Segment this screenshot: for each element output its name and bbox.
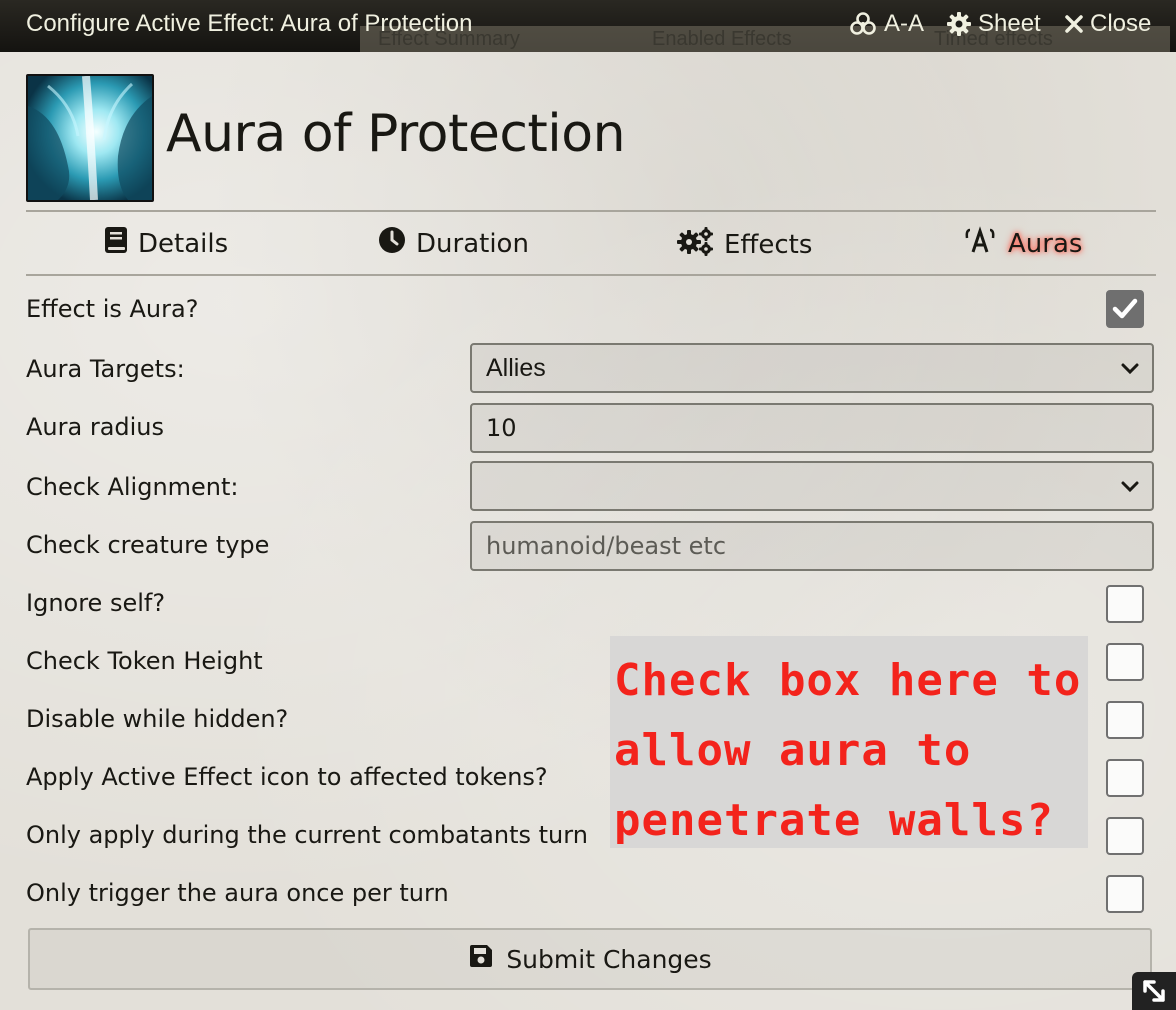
tab-details[interactable]: Details <box>104 226 228 261</box>
clock-icon <box>378 226 406 261</box>
check-token-height-label: Check Token Height <box>26 647 263 675</box>
check-creature-type-placeholder: humanoid/beast etc <box>486 532 727 560</box>
tab-effects-label: Effects <box>724 229 813 260</box>
background-tab-enabled-effects: Enabled Effects <box>652 28 792 50</box>
biohazard-icon <box>848 10 878 38</box>
aura-radius-label: Aura radius <box>26 413 165 441</box>
tab-duration[interactable]: Duration <box>378 226 529 261</box>
chevron-down-icon <box>1121 363 1139 375</box>
annotation-text: Check box here to allow aura to penetrat… <box>614 646 1084 856</box>
annotation-line-3: penetrate walls? <box>614 795 1054 846</box>
tab-effects[interactable]: Effects <box>676 226 812 263</box>
apply-icon-checkbox[interactable] <box>1106 759 1144 797</box>
once-per-turn-label: Only trigger the aura once per turn <box>26 879 449 907</box>
active-effect-config-window: Effect Summary Enabled Effects Timed eff… <box>0 0 1176 1010</box>
tab-auras[interactable]: Auras <box>962 226 1082 261</box>
submit-changes-label: Submit Changes <box>506 944 712 974</box>
aa-label: A-A <box>884 10 925 37</box>
aura-targets-label: Aura Targets: <box>26 355 185 383</box>
ignore-self-label: Ignore self? <box>26 589 166 617</box>
resize-handle[interactable] <box>1132 972 1176 1010</box>
check-alignment-label: Check Alignment: <box>26 473 239 501</box>
effect-icon-image[interactable] <box>26 74 154 202</box>
check-creature-type-label: Check creature type <box>26 531 270 559</box>
disable-while-hidden-checkbox[interactable] <box>1106 701 1144 739</box>
check-alignment-select[interactable] <box>470 461 1154 511</box>
tab-auras-label: Auras <box>1008 228 1083 259</box>
gear-icon <box>946 11 972 37</box>
window-header[interactable]: Effect Summary Enabled Effects Timed eff… <box>0 0 1176 52</box>
check-creature-type-input[interactable]: humanoid/beast etc <box>470 521 1154 571</box>
submit-changes-button[interactable]: Submit Changes <box>28 928 1152 990</box>
effect-is-aura-label: Effect is Aura? <box>26 295 199 323</box>
sheet-label: Sheet <box>978 10 1041 37</box>
annotation-line-2: allow aura to <box>614 725 972 776</box>
tabs-divider <box>26 274 1156 276</box>
header-divider <box>26 210 1156 212</box>
chevron-down-icon <box>1121 481 1139 493</box>
aura-icon <box>962 226 998 261</box>
aura-radius-value: 10 <box>486 414 517 442</box>
aura-targets-select[interactable]: Allies <box>470 343 1154 393</box>
once-per-turn-checkbox[interactable] <box>1106 875 1144 913</box>
tab-details-label: Details <box>138 228 229 259</box>
window-title: Configure Active Effect: Aura of Protect… <box>26 10 473 37</box>
save-icon <box>468 943 494 975</box>
aura-targets-value: Allies <box>486 353 546 382</box>
effect-name[interactable]: Aura of Protection <box>166 104 626 164</box>
apply-icon-label: Apply Active Effect icon to affected tok… <box>26 763 548 791</box>
close-icon <box>1064 14 1084 34</box>
ignore-self-checkbox[interactable] <box>1106 585 1144 623</box>
resize-arrow-icon <box>1143 980 1165 1002</box>
check-token-height-checkbox[interactable] <box>1106 643 1144 681</box>
aura-radius-input[interactable]: 10 <box>470 403 1154 453</box>
only-combatant-turn-label: Only apply during the current combatants… <box>26 821 588 849</box>
annotation-line-1: Check box here to <box>614 655 1082 706</box>
effect-is-aura-checkbox[interactable] <box>1106 290 1144 328</box>
book-icon <box>104 226 128 261</box>
gears-icon <box>676 226 714 263</box>
sheet-button[interactable]: Sheet <box>946 10 1041 38</box>
tab-duration-label: Duration <box>416 228 529 259</box>
close-button[interactable]: Close <box>1064 10 1151 38</box>
close-label: Close <box>1090 10 1152 37</box>
disable-while-hidden-label: Disable while hidden? <box>26 705 289 733</box>
only-combatant-turn-checkbox[interactable] <box>1106 817 1144 855</box>
aa-button[interactable]: A-A <box>848 10 924 38</box>
checkmark-icon <box>1112 298 1138 319</box>
